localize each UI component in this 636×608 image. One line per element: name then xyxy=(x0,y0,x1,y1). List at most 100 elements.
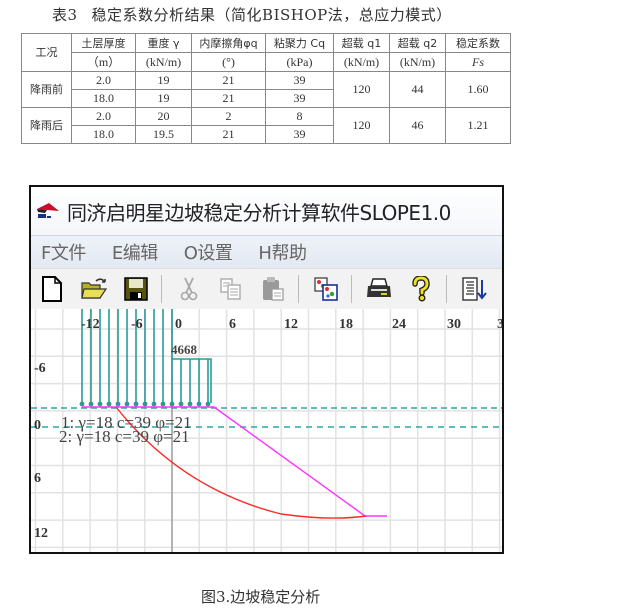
x-tick-label: -6 xyxy=(131,317,143,332)
load-arrow-head xyxy=(196,401,202,407)
cohesion-cell: 39 xyxy=(265,71,334,90)
phi-cell: 21 xyxy=(191,71,266,90)
phi-cell: 21 xyxy=(191,89,266,108)
open-file-button[interactable] xyxy=(79,274,109,304)
help-button[interactable] xyxy=(406,274,436,304)
cut-icon xyxy=(180,277,198,301)
phi-cell: 2 xyxy=(191,107,266,126)
cohesion-cell: 39 xyxy=(265,125,334,144)
table-row: 降雨后 2.0 20 2 8 120 46 1.21 xyxy=(21,107,511,144)
table-header-row: 工况 土层厚度 重度 γ 内摩擦角φq 粘聚力 Cq 超载 q1 超载 q2 稳… xyxy=(21,33,511,72)
copy-button[interactable] xyxy=(216,274,246,304)
slope-app-window: 同济启明星边坡稳定分析计算软件SLOPE1.0 F文件 E编辑 O设置 H帮助 xyxy=(29,185,504,554)
print-button[interactable] xyxy=(364,274,394,304)
condition-cell: 降雨后 xyxy=(21,107,72,144)
table-row: 降雨前 2.0 19 21 39 120 44 1.60 xyxy=(21,71,511,108)
x-tick-label: 30 xyxy=(447,317,461,332)
phi-cell: 21 xyxy=(191,125,266,144)
thickness-cell: 2.0 xyxy=(71,71,136,90)
header-q1: 超载 q1 xyxy=(333,33,390,53)
save-icon xyxy=(124,277,148,301)
layer-2-label: 2: γ=18 c=39 φ=21 xyxy=(59,427,190,446)
gamma-cell: 19.5 xyxy=(135,125,192,144)
cut-button[interactable] xyxy=(174,274,204,304)
load-arrow-head xyxy=(115,401,121,407)
thickness-cell: 18.0 xyxy=(71,125,136,144)
print-icon xyxy=(367,278,391,297)
menu-settings[interactable]: O设置 xyxy=(184,239,233,265)
header-q2: 超载 q2 xyxy=(389,33,446,53)
x-tick-label: 24 xyxy=(392,317,406,332)
load-arrow-head xyxy=(160,401,166,407)
load-arrow-head xyxy=(205,401,211,407)
header-cohesion: 粘聚力 Cq xyxy=(265,33,334,53)
paste-button[interactable] xyxy=(258,274,288,304)
menu-edit[interactable]: E编辑 xyxy=(112,239,158,265)
condition-cell: 降雨前 xyxy=(21,71,72,108)
unit-thickness: （m） xyxy=(71,52,136,72)
header-fs: 稳定系数 xyxy=(445,33,511,53)
report-icon xyxy=(462,277,487,301)
load-arrow-head xyxy=(142,401,148,407)
gamma-cell: 20 xyxy=(135,107,192,126)
title-bar: 同济启明星边坡稳定分析计算软件SLOPE1.0 xyxy=(31,187,502,235)
unit-phi: (°) xyxy=(191,52,266,72)
figure-caption: 图3.边坡稳定分析 xyxy=(201,588,321,606)
header-thickness: 土层厚度 xyxy=(71,33,136,53)
load-arrow-head xyxy=(151,401,157,407)
menu-help[interactable]: H帮助 xyxy=(258,239,307,265)
y-tick-label: 6 xyxy=(34,471,41,486)
thickness-cell: 2.0 xyxy=(71,107,136,126)
toolbar-separator xyxy=(161,275,162,303)
x-tick-label: 0 xyxy=(175,317,182,332)
table-header-units-row: （m） (kN/m) (°) (kPa) (kN/m) (kN/m) Fs xyxy=(22,52,511,72)
unit-fs: Fs xyxy=(445,52,511,72)
q1-cell: 120 xyxy=(333,107,390,144)
paste-icon xyxy=(263,277,284,301)
help-icon xyxy=(412,276,430,302)
x-tick-label: 18 xyxy=(339,317,353,332)
load-value-label: 4668 xyxy=(171,342,198,357)
y-tick-label: 0 xyxy=(34,418,41,433)
x-tick-label: 12 xyxy=(284,317,298,332)
table-caption: 表3 稳定系数分析结果（简化BISHOP法，总应力模式） xyxy=(52,4,452,25)
gamma-cell: 19 xyxy=(135,89,192,108)
open-folder-icon xyxy=(81,278,108,299)
cohesion-cell: 8 xyxy=(265,107,334,126)
new-file-button[interactable] xyxy=(37,274,67,304)
header-gamma: 重度 γ xyxy=(135,33,192,53)
load-box-q2 xyxy=(172,358,212,403)
copy-image-button[interactable] xyxy=(311,274,341,304)
copy-image-icon xyxy=(314,277,338,301)
q1-cell: 120 xyxy=(333,71,390,108)
app-logo-icon xyxy=(37,203,59,218)
fs-cell: 1.60 xyxy=(445,71,511,108)
table-title: 稳定系数分析结果（简化BISHOP法，总应力模式） xyxy=(91,6,452,24)
menu-bar: F文件 E编辑 O设置 H帮助 xyxy=(31,235,502,268)
x-tick-label: 6 xyxy=(229,317,236,332)
load-arrow-head xyxy=(106,401,112,407)
cohesion-cell: 39 xyxy=(265,89,334,108)
toolbar-separator xyxy=(446,275,447,303)
window-title: 同济启明星边坡稳定分析计算软件SLOPE1.0 xyxy=(67,200,451,225)
x-tick-label: -12 xyxy=(81,317,100,332)
y-tick-label: 12 xyxy=(34,526,48,541)
unit-gamma: (kN/m) xyxy=(135,52,192,72)
y-tick-label: -6 xyxy=(34,361,46,376)
unit-cohesion: (kPa) xyxy=(265,52,334,72)
save-button[interactable] xyxy=(121,274,151,304)
toolbar xyxy=(31,268,502,311)
new-file-icon xyxy=(42,276,62,302)
q2-cell: 44 xyxy=(389,71,446,108)
unit-q2: (kN/m) xyxy=(389,52,446,72)
load-arrow-head xyxy=(79,401,85,407)
x-tick-label: 3 xyxy=(497,317,502,332)
copy-icon xyxy=(220,278,241,300)
slope-plot[interactable]: -12-606121824303-60612 4668 1: γ=18 c=39… xyxy=(31,309,502,554)
menu-file[interactable]: F文件 xyxy=(41,239,86,265)
load-arrow-head xyxy=(169,401,175,407)
slope-drawing-canvas[interactable]: -12-606121824303-60612 4668 1: γ=18 c=39… xyxy=(31,309,502,554)
report-button[interactable] xyxy=(459,274,489,304)
load-arrow-head xyxy=(97,401,103,407)
fs-cell: 1.21 xyxy=(445,107,511,144)
